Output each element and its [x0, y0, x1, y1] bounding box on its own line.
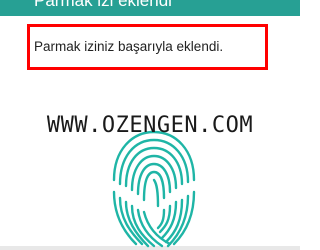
success-message: Parmak iziniz başarıyla eklendi.: [34, 39, 224, 54]
success-message-box: Parmak iziniz başarıyla eklendi.: [27, 24, 268, 70]
fingerprint-icon: [112, 130, 196, 248]
watermark-text: WWW.OZENGEN.COM: [46, 113, 254, 138]
app-header: Parmak izi eklendi: [0, 0, 300, 16]
header-title: Parmak izi eklendi: [34, 0, 172, 10]
